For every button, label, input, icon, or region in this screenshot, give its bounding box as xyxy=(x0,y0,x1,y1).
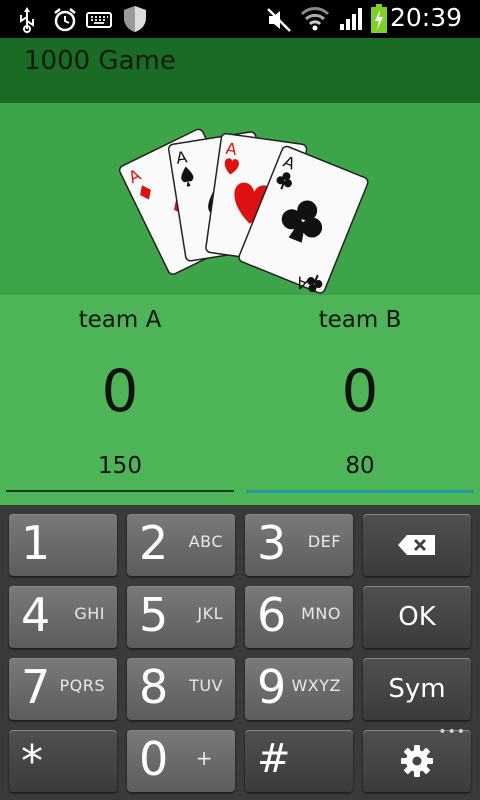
key-8-digit: 8 xyxy=(139,660,169,714)
key-0-plus: + xyxy=(195,746,213,770)
hash-key-label: # xyxy=(257,736,291,782)
team-a-column: team A 0 150 xyxy=(0,295,240,505)
key-7-digit: 7 xyxy=(21,660,51,714)
key-0-digit: 0 xyxy=(139,732,169,786)
star-key-label: * xyxy=(21,736,43,787)
hash-key[interactable]: # xyxy=(245,730,353,792)
key-4-digit: 4 xyxy=(21,588,51,642)
backspace-icon xyxy=(398,535,435,555)
key-3-letters: DEF xyxy=(307,532,341,551)
team-b-score: 0 xyxy=(341,357,379,425)
backspace-key[interactable] xyxy=(363,514,471,576)
key-7[interactable]: 7 PQRS xyxy=(9,658,117,720)
clock-time: 20:39 xyxy=(389,3,462,32)
app-bar: 1000 Game xyxy=(0,38,480,103)
key-1-digit: 1 xyxy=(21,516,51,570)
key-5[interactable]: 5 JKL xyxy=(127,586,235,648)
key-0[interactable]: 0 + xyxy=(127,730,235,792)
team-a-score: 0 xyxy=(101,357,139,425)
ok-key-label: OK xyxy=(398,602,436,632)
key-3-digit: 3 xyxy=(257,516,287,570)
sym-key-label: Sym xyxy=(388,674,446,704)
key-9-letters: WXYZ xyxy=(291,676,341,695)
team-a-input-underline xyxy=(6,490,234,492)
four-aces-illustration: A A A A A xyxy=(118,128,369,294)
hero-banner: A A A A A xyxy=(0,103,480,295)
key-5-digit: 5 xyxy=(139,588,169,642)
key-9-digit: 9 xyxy=(257,660,287,714)
app-title: 1000 Game xyxy=(24,46,176,76)
key-6-digit: 6 xyxy=(257,588,287,642)
team-a-points-input[interactable]: 150 xyxy=(6,453,234,489)
key-4-letters: GHI xyxy=(74,604,105,623)
key-7-letters: PQRS xyxy=(59,676,105,695)
key-1[interactable]: 1 xyxy=(9,514,117,576)
team-a-label: team A xyxy=(78,307,162,333)
key-4[interactable]: 4 GHI xyxy=(9,586,117,648)
shield-icon xyxy=(124,6,146,32)
battery-charging-icon xyxy=(371,4,387,33)
sym-key[interactable]: Sym xyxy=(363,658,471,720)
key-3[interactable]: 3 DEF xyxy=(245,514,353,576)
key-6-letters: MNO xyxy=(301,604,341,623)
key-5-letters: JKL xyxy=(197,604,223,623)
numeric-keyboard: 1 2 ABC 3 DEF 4 GHI 5 JKL 6 MNO OK 7 PQR… xyxy=(0,505,480,800)
team-b-input-underline xyxy=(246,490,474,493)
team-b-column: team B 0 80 xyxy=(240,295,480,505)
wifi-icon xyxy=(300,7,330,31)
alarm-icon xyxy=(54,8,76,32)
key-2-letters: ABC xyxy=(188,532,223,551)
key-8[interactable]: 8 TUV xyxy=(127,658,235,720)
key-2[interactable]: 2 ABC xyxy=(127,514,235,576)
gear-icon xyxy=(401,745,433,777)
usb-icon xyxy=(20,7,34,33)
keyboard-icon xyxy=(86,12,112,28)
status-bar: 20:39 xyxy=(0,0,480,38)
more-options-dots: ••• xyxy=(438,724,466,740)
mute-icon xyxy=(267,8,291,32)
star-key[interactable]: * xyxy=(9,730,117,792)
key-6[interactable]: 6 MNO xyxy=(245,586,353,648)
key-9[interactable]: 9 WXYZ xyxy=(245,658,353,720)
key-8-letters: TUV xyxy=(189,676,223,695)
ok-key[interactable]: OK xyxy=(363,586,471,648)
signal-icon xyxy=(340,8,362,30)
team-b-label: team B xyxy=(318,307,402,333)
score-panel: team A 0 150 team B 0 80 xyxy=(0,295,480,505)
team-b-points-input[interactable]: 80 xyxy=(246,453,474,489)
key-2-digit: 2 xyxy=(139,516,169,570)
